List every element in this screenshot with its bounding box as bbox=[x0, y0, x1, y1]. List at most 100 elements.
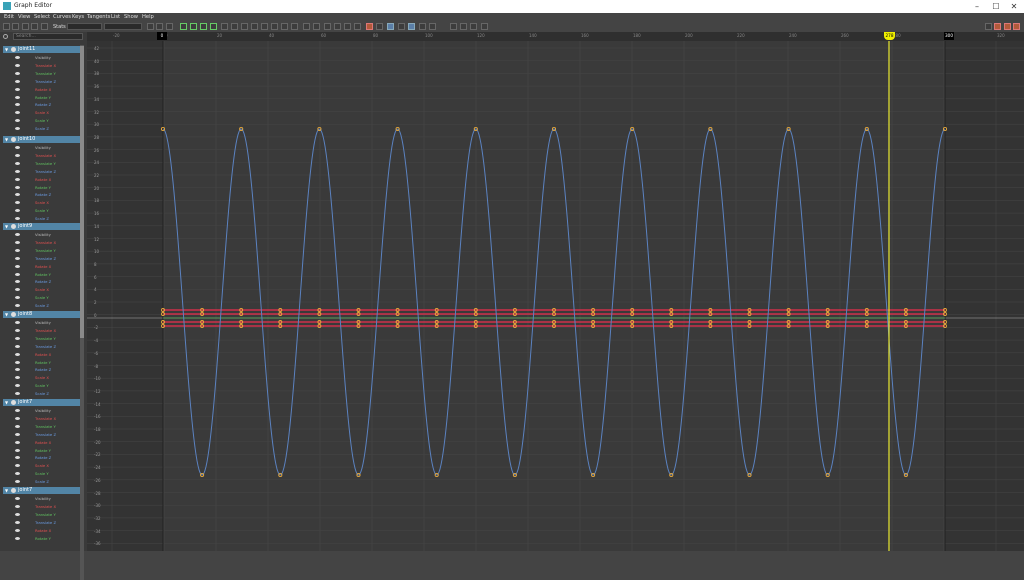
smooth-icon[interactable] bbox=[481, 23, 488, 30]
visibility-eye-icon[interactable] bbox=[15, 87, 20, 91]
channel-row[interactable]: Rotate Y bbox=[14, 271, 80, 279]
channel-row[interactable]: Scale X bbox=[14, 199, 80, 207]
linear-tangent-icon[interactable] bbox=[210, 23, 217, 30]
current-frame-marker[interactable]: 278 bbox=[884, 32, 895, 40]
free-tangent-weight-icon[interactable] bbox=[281, 23, 288, 30]
visibility-eye-icon[interactable] bbox=[15, 264, 20, 268]
channel-row[interactable]: Translate Y bbox=[14, 335, 80, 343]
visibility-eye-icon[interactable] bbox=[15, 56, 20, 59]
channel-row[interactable]: Translate Y bbox=[14, 511, 80, 519]
trax-editor-icon[interactable] bbox=[1004, 23, 1011, 30]
visibility-eye-icon[interactable] bbox=[15, 480, 20, 484]
menu-curves[interactable]: Curves bbox=[53, 13, 71, 22]
channel-row[interactable]: Rotate Y bbox=[14, 94, 80, 102]
flat-tangent-icon[interactable] bbox=[221, 23, 228, 30]
outliner-search-input[interactable]: Search... bbox=[13, 33, 83, 40]
visibility-eye-icon[interactable] bbox=[15, 169, 20, 173]
normalize-icon[interactable] bbox=[387, 23, 394, 30]
expand-arrow-icon[interactable]: ▼ bbox=[5, 400, 8, 405]
joint-row[interactable]: ▼ joint11 bbox=[3, 46, 80, 53]
minimize-button[interactable]: – bbox=[967, 0, 987, 13]
visibility-eye-icon[interactable] bbox=[15, 272, 20, 276]
denormalize-icon[interactable] bbox=[398, 23, 405, 30]
channel-row[interactable]: Translate Y bbox=[14, 423, 80, 431]
joint-row[interactable]: ▼ joint8 bbox=[3, 311, 80, 318]
menu-view[interactable]: View bbox=[18, 13, 30, 22]
channel-row[interactable]: Scale Z bbox=[14, 302, 80, 310]
channel-row[interactable]: Scale Y bbox=[14, 470, 80, 478]
visibility-eye-icon[interactable] bbox=[15, 520, 20, 524]
visibility-eye-icon[interactable] bbox=[15, 79, 20, 83]
visibility-eye-icon[interactable] bbox=[15, 161, 20, 165]
lock-tangent-weight-icon[interactable] bbox=[291, 23, 298, 30]
visibility-eye-icon[interactable] bbox=[15, 71, 20, 75]
joint-row[interactable]: ▼ joint7 bbox=[3, 399, 80, 406]
channel-row[interactable]: Rotate X bbox=[14, 263, 80, 271]
post-infinity-cycle-icon[interactable] bbox=[344, 23, 351, 30]
visibility-eye-icon[interactable] bbox=[15, 384, 20, 388]
step-next-tangent-icon[interactable] bbox=[241, 23, 248, 30]
visibility-eye-icon[interactable] bbox=[15, 146, 20, 149]
channel-row[interactable]: Visibility bbox=[14, 144, 80, 152]
resample-icon[interactable] bbox=[460, 23, 467, 30]
menu-show[interactable]: Show bbox=[124, 13, 138, 22]
expand-arrow-icon[interactable]: ▼ bbox=[5, 224, 8, 229]
channel-row[interactable]: Visibility bbox=[14, 231, 80, 239]
channel-row[interactable]: Scale X bbox=[14, 462, 80, 470]
channel-row[interactable]: Translate Y bbox=[14, 70, 80, 78]
absolute-view-icon[interactable] bbox=[419, 23, 426, 30]
visibility-eye-icon[interactable] bbox=[15, 432, 20, 436]
time-editor-icon[interactable] bbox=[1013, 23, 1020, 30]
channel-row[interactable]: Translate X bbox=[14, 415, 80, 423]
channel-row[interactable]: Visibility bbox=[14, 319, 80, 327]
channel-row[interactable]: Rotate X bbox=[14, 176, 80, 184]
channel-row[interactable]: Scale Z bbox=[14, 125, 80, 133]
expand-arrow-icon[interactable]: ▼ bbox=[5, 47, 8, 52]
channel-row[interactable]: Rotate Z bbox=[14, 191, 80, 199]
channel-row[interactable]: Rotate Y bbox=[14, 184, 80, 192]
frame-playback-icon[interactable] bbox=[156, 23, 163, 30]
visibility-eye-icon[interactable] bbox=[15, 63, 20, 67]
visibility-eye-icon[interactable] bbox=[15, 95, 20, 99]
graph-view[interactable] bbox=[87, 32, 1024, 551]
visibility-eye-icon[interactable] bbox=[15, 497, 20, 500]
post-infinity-offset-icon[interactable] bbox=[354, 23, 361, 30]
visibility-eye-icon[interactable] bbox=[15, 321, 20, 324]
channel-row[interactable]: Scale X bbox=[14, 286, 80, 294]
channel-row[interactable]: Translate Z bbox=[14, 431, 80, 439]
visibility-eye-icon[interactable] bbox=[15, 392, 20, 396]
channel-row[interactable]: Scale X bbox=[14, 109, 80, 117]
expand-arrow-icon[interactable]: ▼ bbox=[5, 312, 8, 317]
time-snap-icon[interactable] bbox=[366, 23, 373, 30]
channel-row[interactable]: Visibility bbox=[14, 54, 80, 62]
channel-row[interactable]: Translate Z bbox=[14, 78, 80, 86]
visibility-eye-icon[interactable] bbox=[15, 296, 20, 300]
channel-row[interactable]: Rotate X bbox=[14, 351, 80, 359]
visibility-eye-icon[interactable] bbox=[15, 177, 20, 181]
channel-row[interactable]: Scale Z bbox=[14, 478, 80, 486]
channel-row[interactable]: Translate X bbox=[14, 62, 80, 70]
menu-keys[interactable]: Keys bbox=[72, 13, 84, 22]
visibility-eye-icon[interactable] bbox=[15, 119, 20, 123]
swap-buffer-curve-icon[interactable] bbox=[313, 23, 320, 30]
simplify-icon[interactable] bbox=[470, 23, 477, 30]
curve-filter-icon[interactable] bbox=[429, 23, 436, 30]
visibility-eye-icon[interactable] bbox=[15, 336, 20, 340]
joint-row[interactable]: ▼ joint7 bbox=[3, 487, 80, 494]
menu-select[interactable]: Select bbox=[34, 13, 50, 22]
visibility-eye-icon[interactable] bbox=[15, 153, 20, 157]
channel-row[interactable]: Scale X bbox=[14, 374, 80, 382]
visibility-eye-icon[interactable] bbox=[15, 256, 20, 260]
add-key-icon[interactable] bbox=[985, 23, 992, 30]
channel-row[interactable]: Visibility bbox=[14, 495, 80, 503]
close-button[interactable]: ✕ bbox=[1004, 0, 1024, 13]
channel-row[interactable]: Rotate X bbox=[14, 439, 80, 447]
visibility-eye-icon[interactable] bbox=[15, 111, 20, 115]
channel-row[interactable]: Translate Y bbox=[14, 160, 80, 168]
center-current-icon[interactable] bbox=[166, 23, 173, 30]
expand-arrow-icon[interactable]: ▼ bbox=[5, 488, 8, 493]
break-tangents-icon[interactable] bbox=[261, 23, 268, 30]
visibility-eye-icon[interactable] bbox=[15, 368, 20, 372]
visibility-eye-icon[interactable] bbox=[15, 376, 20, 380]
joint-row[interactable]: ▼ joint9 bbox=[3, 223, 80, 230]
